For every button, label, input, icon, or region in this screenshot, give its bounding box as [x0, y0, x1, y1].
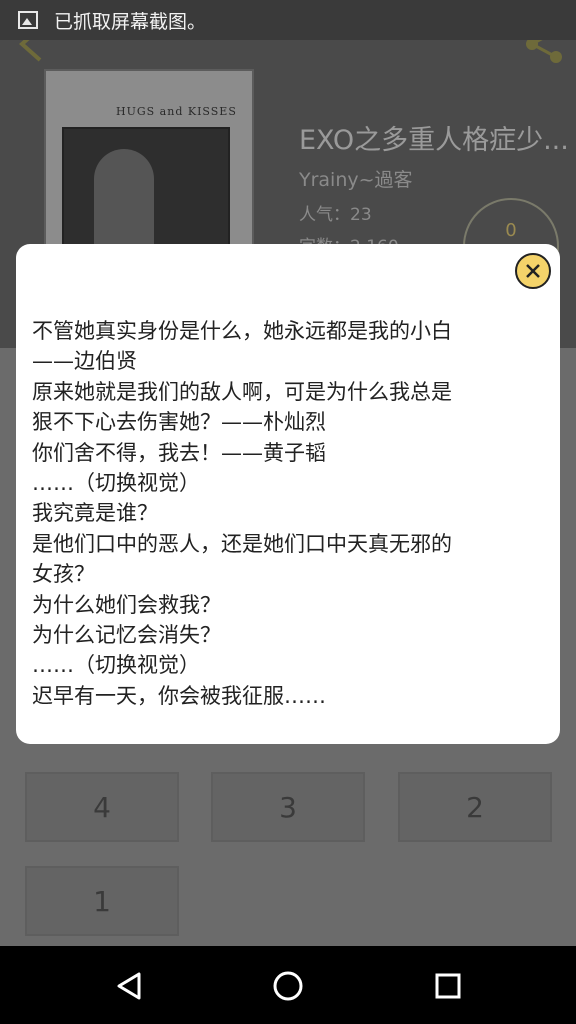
synopsis-line: 我究竟是谁？ [32, 501, 158, 526]
status-notification-text: 已抓取屏幕截图。 [54, 10, 207, 33]
book-popularity: 人气：23 [299, 205, 372, 225]
nav-home-button[interactable] [266, 964, 310, 1008]
chapter-button[interactable]: 2 [398, 772, 552, 842]
synopsis-line: 女孩？ [32, 562, 95, 587]
synopsis-line: ……（切换视觉） [32, 653, 200, 678]
nav-back-button[interactable] [108, 964, 152, 1008]
close-circle-icon [526, 264, 540, 278]
book-author: Yrainy~過客 [299, 169, 413, 191]
nav-recents-button[interactable] [426, 964, 470, 1008]
synopsis-line: 迟早有一天，你会被我征服…… [32, 683, 326, 708]
status-bar: 已抓取屏幕截图。 [0, 0, 576, 40]
chapter-button[interactable]: 3 [211, 772, 365, 842]
back-triangle-icon [117, 972, 141, 1000]
image-icon [18, 11, 38, 29]
synopsis-line: 原来她就是我们的敌人啊，可是为什么我总是 [32, 379, 452, 404]
recents-square-icon [435, 973, 461, 999]
home-circle-icon [273, 971, 303, 1001]
synopsis-line: 狠不下心去伤害她？——朴灿烈 [32, 410, 326, 435]
chapter-button[interactable]: 1 [25, 866, 179, 936]
synopsis-line: 是他们口中的恶人，还是她们口中天真无邪的 [32, 531, 452, 556]
synopsis-line: ……（切换视觉） [32, 471, 200, 496]
synopsis-dialog: 不管她真实身份是什么，她永远都是我的小白 ——边伯贤 原来她就是我们的敌人啊，可… [16, 244, 560, 744]
book-title: EXO之多重人格症少... [299, 125, 569, 156]
synopsis-text: 不管她真实身份是什么，她永远都是我的小白 ——边伯贤 原来她就是我们的敌人啊，可… [32, 316, 552, 711]
close-button[interactable] [515, 253, 551, 289]
synopsis-line: 为什么记忆会消失？ [32, 623, 221, 648]
synopsis-line: 你们舍不得，我去！——黄子韬 [32, 440, 326, 465]
synopsis-line: 不管她真实身份是什么，她永远都是我的小白 [32, 319, 452, 343]
synopsis-line: ——边伯贤 [32, 349, 137, 374]
navigation-bar [0, 946, 576, 1024]
synopsis-line: 为什么她们会救我？ [32, 592, 221, 617]
chapter-button[interactable]: 4 [25, 772, 179, 842]
cover-text: HUGS and KISSES [116, 105, 237, 118]
